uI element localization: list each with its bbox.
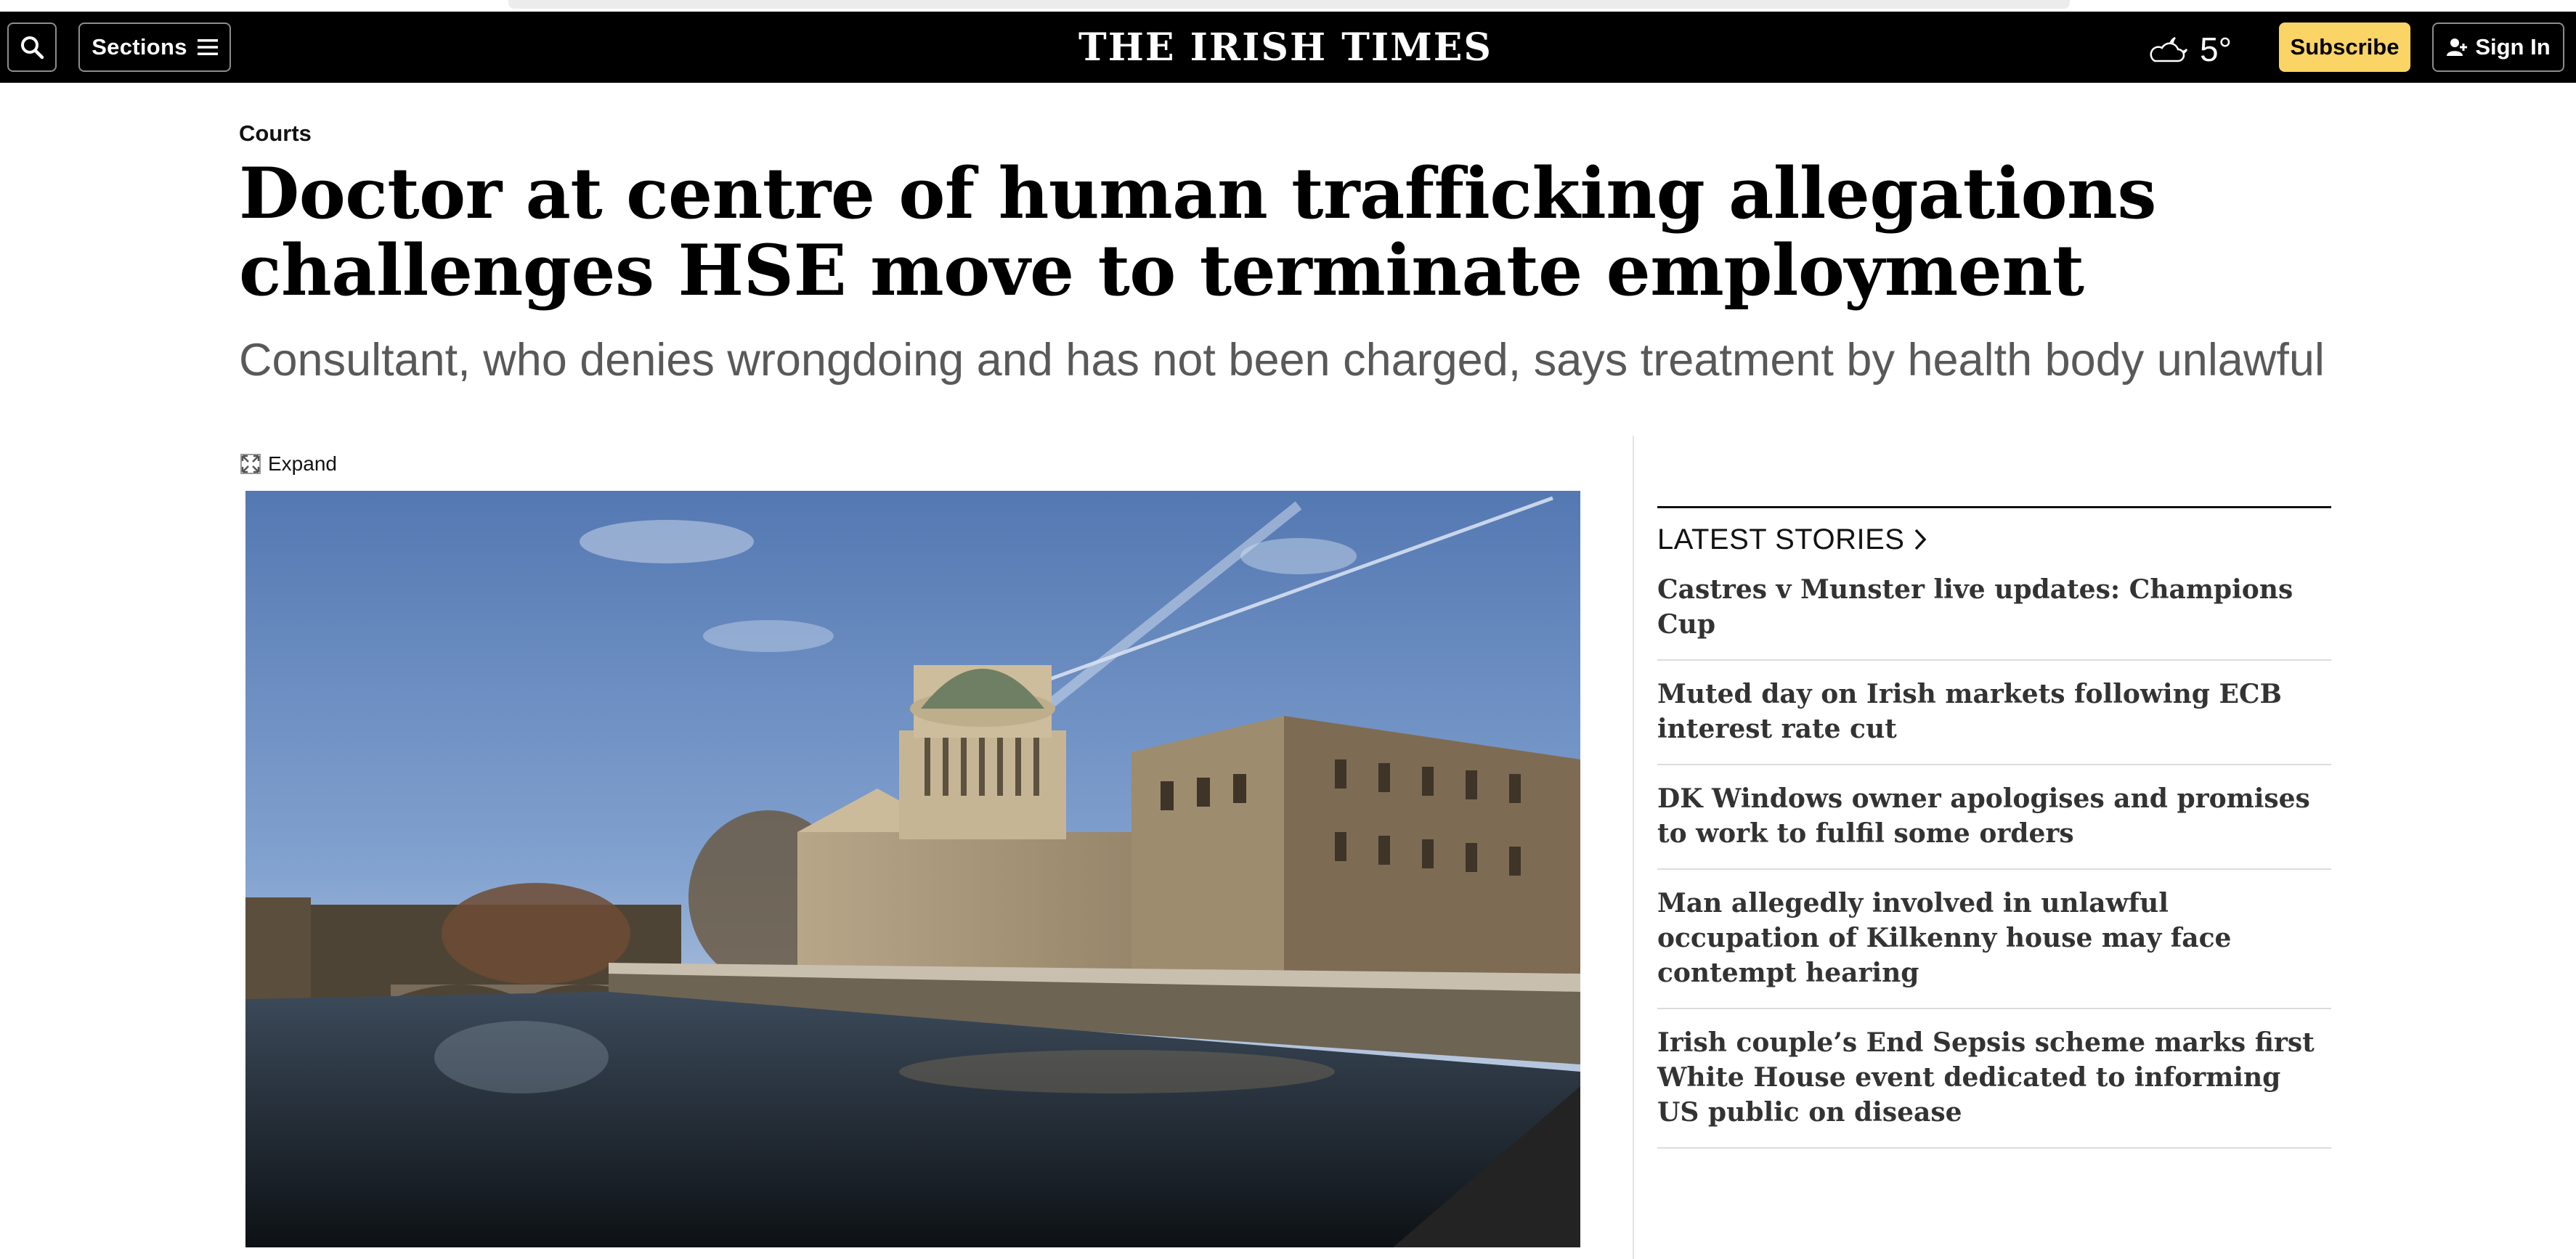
story-link[interactable]: Man allegedly involved in unlawful occup… xyxy=(1657,870,2331,1009)
story-link[interactable]: DK Windows owner apologises and promises… xyxy=(1657,765,2331,870)
user-icon xyxy=(2447,38,2468,56)
latest-stories: LATEST STORIES Castres v Munster live up… xyxy=(1657,506,2331,1149)
site-header: Sections THE IRISH TIMES 5° Subscribe Si… xyxy=(0,12,2576,83)
cloud-moon-icon xyxy=(2150,36,2188,62)
expand-image-button[interactable]: Expand xyxy=(240,452,337,475)
weather-widget[interactable]: 5° xyxy=(2146,28,2232,71)
expand-icon xyxy=(240,454,261,474)
latest-stories-link[interactable]: LATEST STORIES xyxy=(1657,523,2331,556)
expand-label: Expand xyxy=(268,452,337,475)
hamburger-icon xyxy=(197,39,218,55)
temperature: 5° xyxy=(2200,30,2232,68)
story-link[interactable]: Irish couple’s End Sepsis scheme marks f… xyxy=(1657,1009,2331,1149)
sign-in-button[interactable]: Sign In xyxy=(2432,23,2564,72)
browser-top-strip xyxy=(0,0,2576,12)
article-standfirst: Consultant, who denies wrongdoing and ha… xyxy=(239,335,2325,386)
chevron-right-icon xyxy=(1915,529,1927,550)
subscribe-button[interactable]: Subscribe xyxy=(2279,23,2410,72)
story-link[interactable]: Castres v Munster live updates: Champion… xyxy=(1657,556,2331,661)
sections-label: Sections xyxy=(92,34,187,60)
masthead-logo[interactable]: THE IRISH TIMES xyxy=(930,22,1641,73)
sign-in-label: Sign In xyxy=(2475,34,2551,60)
search-icon xyxy=(21,36,44,60)
column-divider xyxy=(1633,436,1634,1259)
search-button[interactable] xyxy=(7,23,57,72)
latest-stories-title: LATEST STORIES xyxy=(1657,523,1905,555)
article-headline: Doctor at centre of human trafficking al… xyxy=(239,152,2156,311)
sections-menu-button[interactable]: Sections xyxy=(78,23,231,72)
category-link[interactable]: Courts xyxy=(239,121,312,147)
article-photo[interactable] xyxy=(245,491,1580,1247)
story-link[interactable]: Muted day on Irish markets following ECB… xyxy=(1657,661,2331,765)
